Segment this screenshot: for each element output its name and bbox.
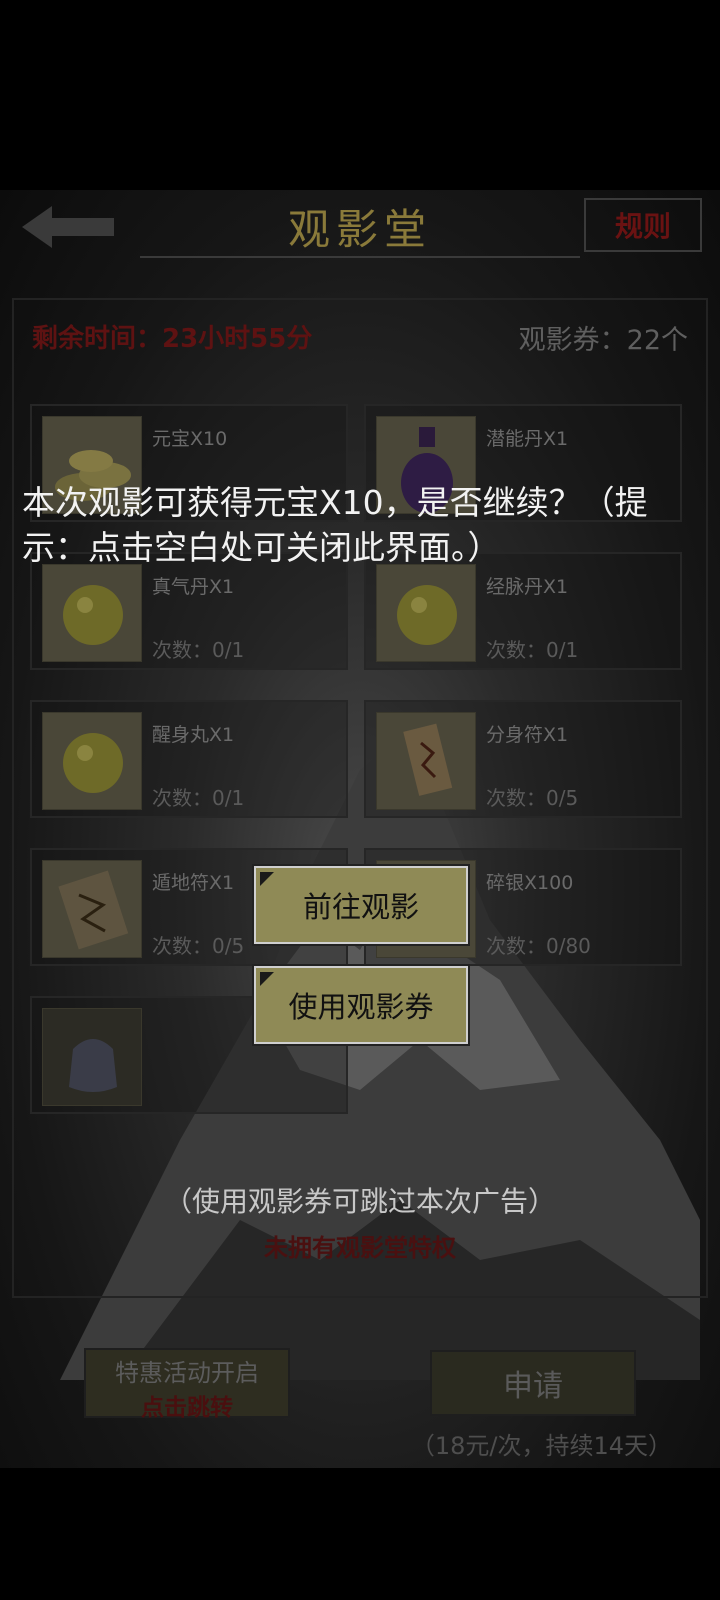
reward-count: 次数：0/1: [486, 638, 579, 662]
use-ticket-button[interactable]: 使用观影券: [252, 964, 470, 1046]
rules-button[interactable]: 规则: [584, 198, 702, 252]
bag-icon: [42, 1008, 142, 1106]
reward-name: 分身符X1: [486, 724, 569, 746]
go-watch-label: 前往观影: [302, 890, 419, 924]
game-screen: 观影堂 规则 剩余时间：23小时55分 观影券：22个 元宝X10 潜能丹X1: [0, 190, 720, 1468]
title-divider: [140, 256, 580, 258]
reward-card[interactable]: 分身符X1 次数：0/5: [364, 700, 682, 818]
price-note: （18元/次，持续14天）: [410, 1432, 672, 1460]
reward-count: 次数：0/1: [152, 638, 245, 662]
promo-event-button[interactable]: 特惠活动开启 点击跳转: [84, 1348, 290, 1421]
reward-name: 元宝X10: [152, 428, 228, 450]
button-corner-decoration: [260, 972, 274, 986]
scroll-talisman-icon: [42, 860, 142, 958]
reward-name: 经脉丹X1: [486, 576, 569, 598]
reward-count: 次数：0/1: [152, 786, 245, 810]
button-corner-decoration: [260, 872, 274, 886]
reward-name: 潜能丹X1: [486, 428, 569, 450]
rewards-panel: 剩余时间：23小时55分 观影券：22个 元宝X10 潜能丹X1 真气丹X1 次…: [12, 298, 708, 1298]
ticket-count: 观影券：22个: [518, 325, 688, 356]
privilege-status: 未拥有观影堂特权: [264, 1234, 456, 1262]
reward-count: 次数：0/5: [486, 786, 579, 810]
promo-line-1: 特惠活动开启: [115, 1359, 259, 1387]
yellow-pill-icon: [42, 564, 142, 662]
go-watch-button[interactable]: 前往观影: [252, 864, 470, 946]
reward-count: 次数：0/80: [486, 934, 591, 958]
remaining-time: 剩余时间：23小时55分: [32, 324, 313, 354]
dialog-message: 本次观影可获得元宝X10，是否继续？（提示：点击空白处可关闭此界面。）: [22, 483, 648, 567]
talisman-icon: [376, 712, 476, 810]
reward-name: 真气丹X1: [152, 576, 235, 598]
promo-line-2: 点击跳转: [141, 1395, 233, 1421]
reward-name: 遁地符X1: [152, 872, 235, 894]
apply-button[interactable]: 申请: [430, 1350, 636, 1416]
reward-name: 碎银X100: [486, 872, 574, 894]
reward-card[interactable]: 醒身丸X1 次数：0/1: [30, 700, 348, 818]
yellow-pill-icon: [42, 712, 142, 810]
skip-ad-hint: （使用观影券可跳过本次广告）: [163, 1185, 556, 1218]
yellow-pill-icon: [376, 564, 476, 662]
use-ticket-label: 使用观影券: [288, 990, 434, 1024]
reward-count: 次数：0/5: [152, 934, 245, 958]
reward-name: 醒身丸X1: [152, 724, 235, 746]
